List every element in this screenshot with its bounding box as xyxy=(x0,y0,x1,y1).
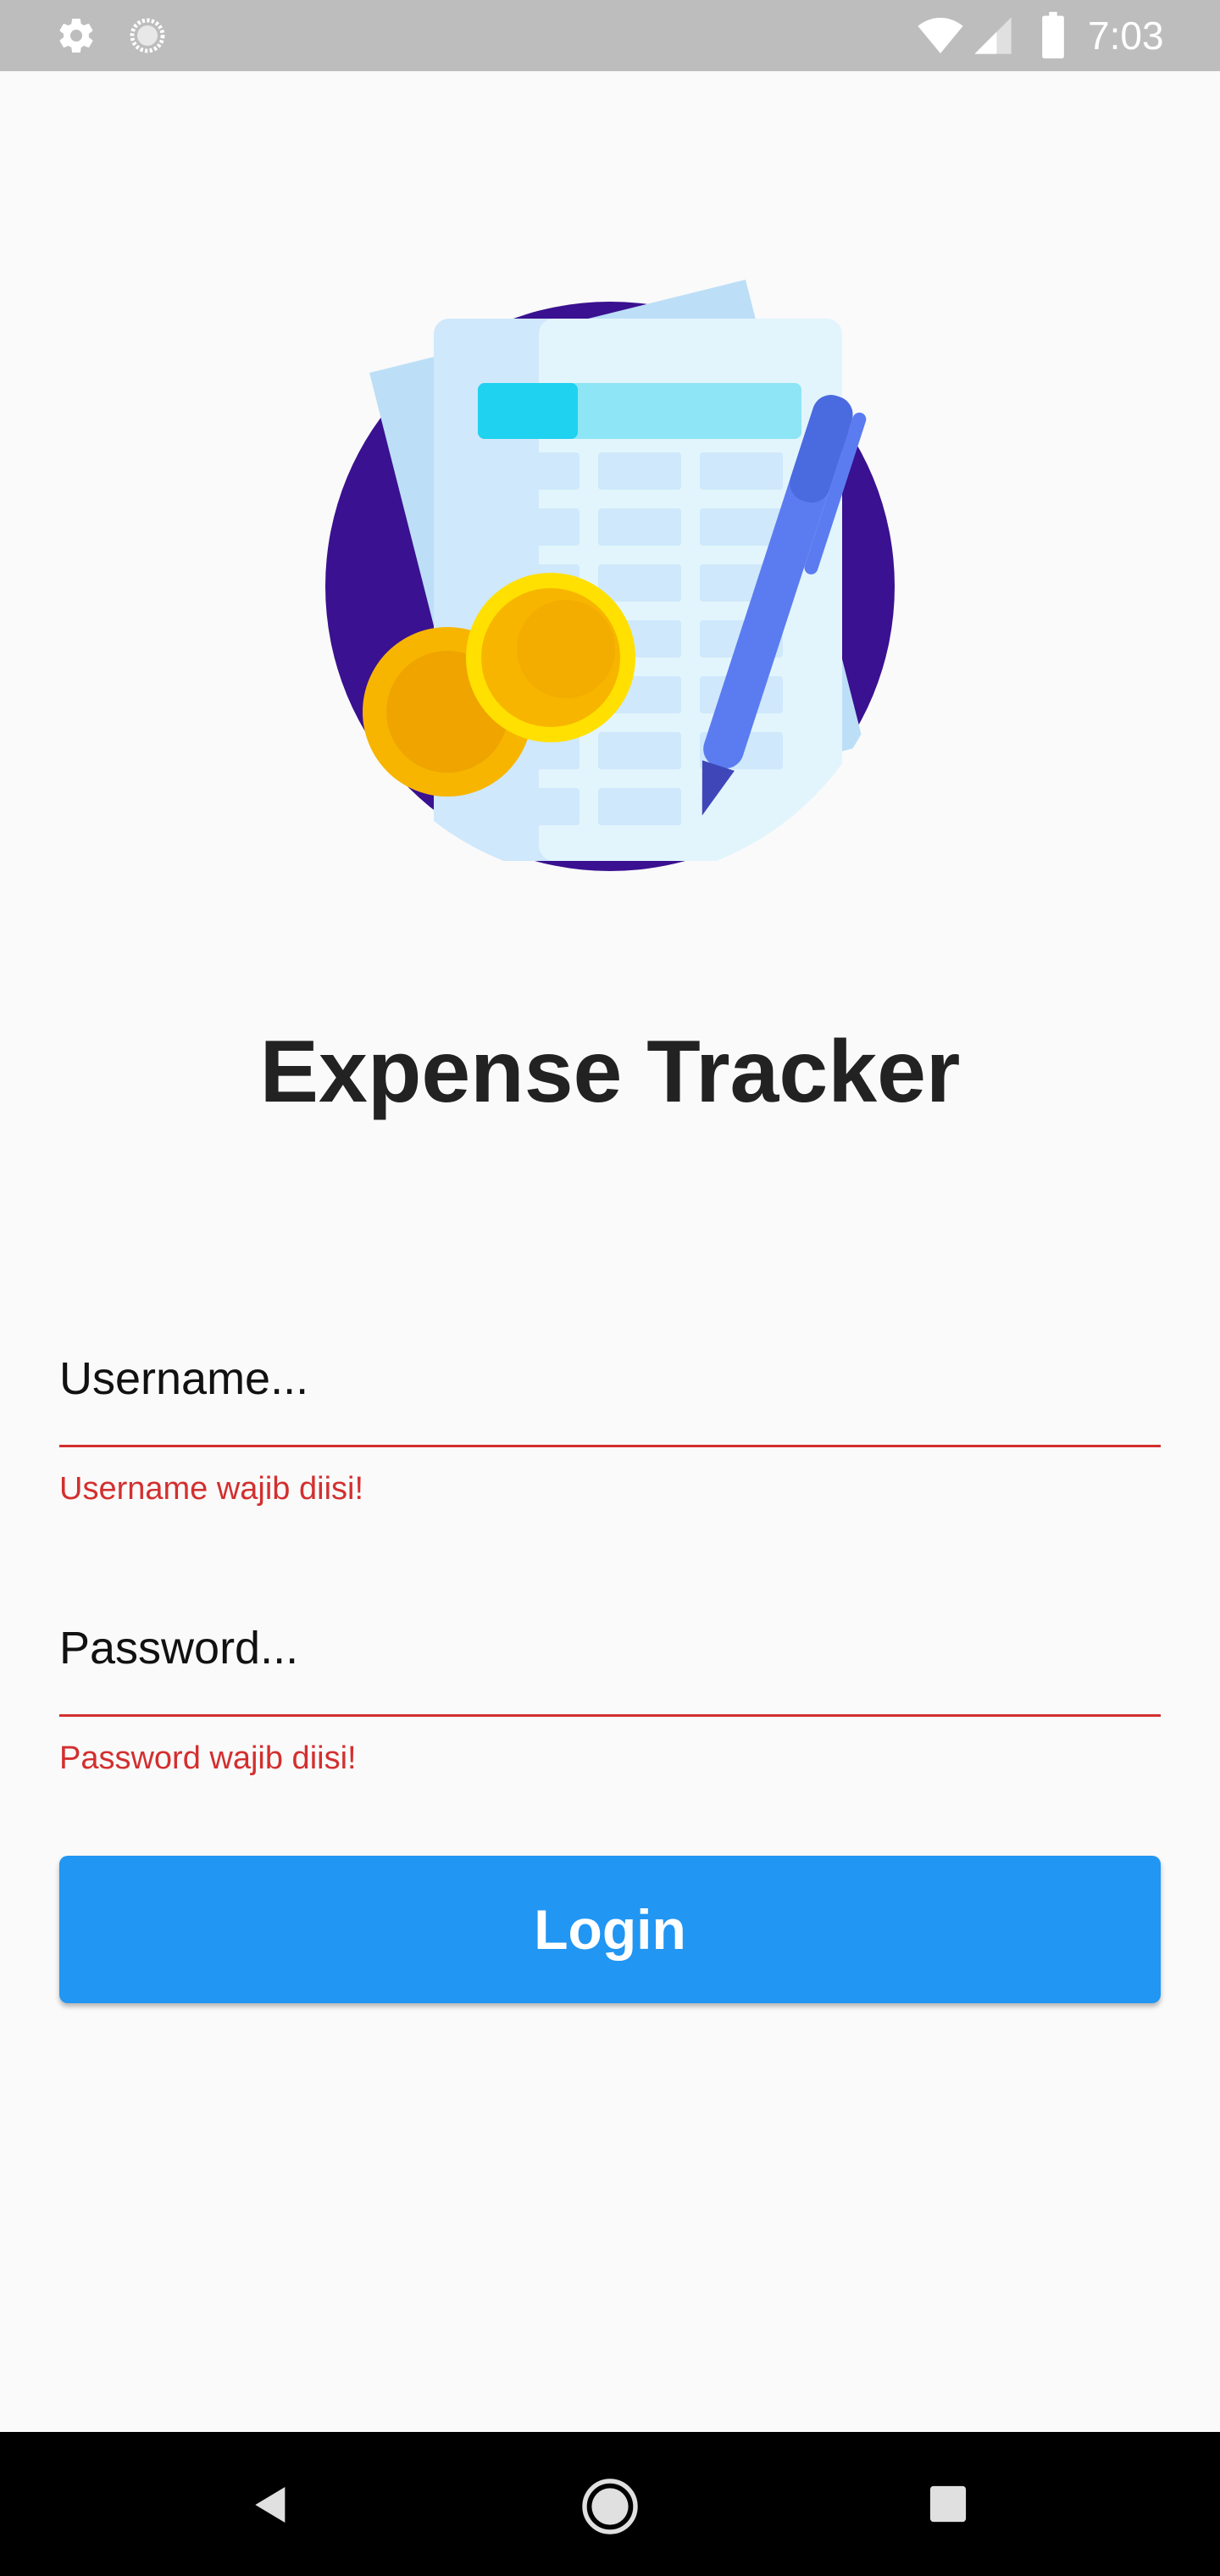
wifi-icon xyxy=(918,18,963,53)
expense-sheet-illustration xyxy=(322,280,898,881)
password-error: Password wajib diisi! xyxy=(59,1740,357,1776)
password-input[interactable] xyxy=(59,1581,1161,1717)
status-time: 7:03 xyxy=(1088,14,1164,58)
recent-apps-icon[interactable] xyxy=(929,2484,968,2523)
username-error: Username wajib diisi! xyxy=(59,1471,364,1507)
signal-icon xyxy=(974,17,1012,54)
password-field-group: Password wajib diisi! xyxy=(59,1581,1161,1778)
username-input[interactable] xyxy=(59,1312,1161,1447)
login-button[interactable]: Login xyxy=(59,1856,1161,2003)
app-title: Expense Tracker xyxy=(259,1023,961,1121)
navigation-bar xyxy=(0,2432,1220,2576)
status-bar: 7:03 xyxy=(0,0,1220,71)
gear-icon xyxy=(59,19,93,53)
home-icon[interactable] xyxy=(580,2476,640,2537)
back-icon[interactable] xyxy=(247,2479,295,2530)
username-field-group: Username wajib diisi! xyxy=(59,1312,1161,1508)
battery-icon xyxy=(1042,12,1064,58)
loader-icon xyxy=(130,18,165,53)
